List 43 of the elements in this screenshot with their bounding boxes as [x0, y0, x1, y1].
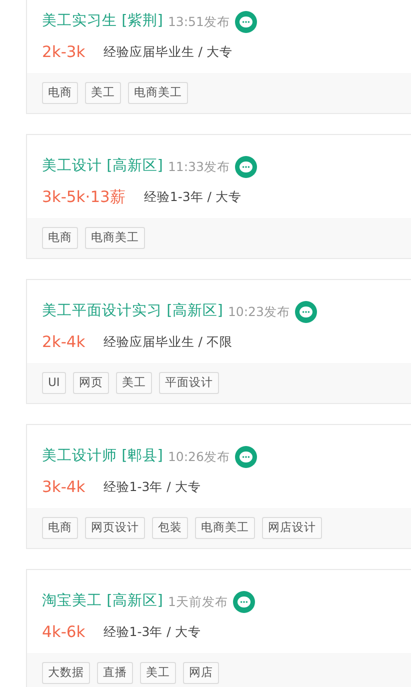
job-card[interactable]: 美工设计师 [郫县] 10:26发布 3k-4k 经验1-3年 / 大专 电商 网页设计 包装 电商美工 网店设计 — [26, 424, 411, 549]
post-time: 11:33发布 — [168, 158, 230, 176]
requirements: 经验1-3年 / 大专 — [144, 188, 242, 206]
tag: 电商美工 — [85, 227, 145, 249]
job-card[interactable]: 淘宝美工 [高新区] 1天前发布 4k-6k 经验1-3年 / 大专 大数据 直播 美工 网店 — [26, 569, 411, 687]
tag: 网店 — [183, 662, 219, 684]
requirements: 经验1-3年 / 大专 — [103, 478, 201, 496]
salary: 4k-6k — [42, 622, 86, 643]
salary: 3k-5k·13薪 — [42, 187, 126, 208]
chat-icon[interactable] — [232, 591, 255, 613]
requirements: 经验应届毕业生 / 大专 — [103, 43, 232, 62]
chat-icon[interactable] — [234, 11, 257, 33]
post-time: 13:51发布 — [168, 12, 230, 31]
job-card[interactable]: 美工设计 [高新区] 11:33发布 3k-5k·13薪 经验1-3年 / 大专 电商 电商美工 — [26, 134, 411, 259]
tag: 电商 — [42, 517, 78, 539]
post-time: 10:26发布 — [168, 448, 230, 466]
chat-icon[interactable] — [234, 156, 257, 178]
tag: 平面设计 — [158, 372, 219, 394]
tag: UI — [42, 372, 66, 394]
tag: 电商美工 — [195, 517, 255, 539]
requirements: 经验应届毕业生 / 不限 — [103, 333, 232, 352]
tag: 美工 — [140, 662, 176, 684]
job-card[interactable]: 美工平面设计实习 [高新区] 10:23发布 2k-4k 经验应届毕业生 / 不限 UI 网页 美工 平面设计 — [26, 279, 411, 404]
tag: 美工 — [85, 82, 121, 104]
tag: 网页 — [72, 372, 109, 394]
tag: 网店设计 — [262, 517, 322, 539]
post-time: 1天前发布 — [168, 592, 228, 611]
tag: 大数据 — [42, 662, 90, 684]
tag: 电商美工 — [128, 82, 188, 104]
tag: 直播 — [97, 662, 133, 684]
requirements: 经验1-3年 / 大专 — [103, 623, 201, 642]
salary: 2k-3k — [42, 42, 86, 63]
tag: 美工 — [116, 372, 152, 394]
post-time: 10:23发布 — [228, 302, 290, 321]
chat-icon[interactable] — [294, 301, 317, 323]
salary: 2k-4k — [42, 332, 86, 353]
tag: 包装 — [152, 517, 188, 539]
chat-icon[interactable] — [234, 446, 257, 468]
tag: 电商 — [42, 82, 78, 104]
tag: 网页设计 — [85, 517, 145, 539]
salary: 3k-4k — [42, 477, 86, 498]
tag: 电商 — [42, 227, 78, 249]
job-card[interactable]: 美工实习生 [紫荆] 13:51发布 2k-3k 经验应届毕业生 / 大专 电商 美工 电商美工 — [26, 0, 411, 114]
